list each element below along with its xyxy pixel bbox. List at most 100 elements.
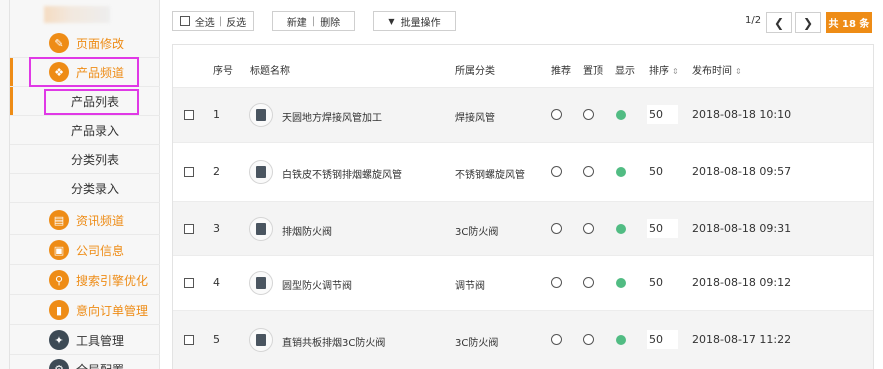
company-icon: ▣ (49, 240, 69, 260)
table-row[interactable]: 1 天圆地方焊接风管加工 焊接风管 50 2018-08-18 10:10 (173, 88, 873, 143)
pencil-icon: ✎ (49, 33, 69, 53)
recommend-radio[interactable] (551, 223, 562, 234)
select-all-label[interactable]: 全选 (195, 14, 215, 29)
top-radio[interactable] (583, 109, 594, 120)
order-input[interactable]: 50 (647, 105, 678, 124)
sidebar-item-label: 搜索引擎优化 (76, 273, 149, 288)
row-checkbox[interactable] (184, 110, 194, 120)
product-thumbnail (249, 217, 273, 241)
sidebar-item-tools[interactable]: ✦ 工具管理 (10, 326, 160, 355)
row-title[interactable]: 直销共板排烟3C防火阀 (282, 334, 385, 349)
recommend-radio[interactable] (551, 166, 562, 177)
prev-page-button[interactable]: ❮ (766, 12, 792, 33)
show-status-dot[interactable] (616, 110, 626, 120)
next-page-button[interactable]: ❯ (795, 12, 821, 33)
sidebar: ✎ 页面修改 ❖ 产品频道 产品列表 产品录入 分类列表 分类录入 ▤ 资讯频道… (0, 0, 160, 369)
table-row[interactable]: 3 排烟防火阀 3C防火阀 50 2018-08-18 09:31 (173, 202, 873, 256)
sidebar-item-category-entry[interactable]: 分类录入 (10, 174, 160, 203)
row-category: 3C防火阀 (455, 227, 499, 238)
row-category: 不锈钢螺旋风管 (455, 170, 525, 181)
new-label[interactable]: 新建 (287, 14, 307, 29)
col-category: 所属分类 (455, 66, 495, 77)
row-checkbox[interactable] (184, 335, 194, 345)
sidebar-item-news-channel[interactable]: ▤ 资讯频道 (10, 206, 160, 235)
row-title[interactable]: 排烟防火阀 (282, 223, 332, 238)
wrench-icon: ✦ (49, 330, 69, 350)
product-table: 序号 标题名称 所属分类 推荐 置顶 显示 排序 ⇕ 发布时间 ⇕ 1 天圆地方焊接… (172, 44, 874, 369)
select-toggle-button[interactable]: 全选 | 反选 (172, 11, 254, 31)
row-num: 3 (213, 222, 220, 235)
row-title[interactable]: 白铁皮不锈钢排烟螺旋风管 (282, 166, 402, 181)
gear-icon: ⚙ (49, 359, 69, 369)
row-title[interactable]: 圆型防火调节阀 (282, 277, 352, 292)
row-title[interactable]: 天圆地方焊接风管加工 (282, 109, 382, 124)
row-checkbox[interactable] (184, 224, 194, 234)
table-row[interactable]: 5 直销共板排烟3C防火阀 3C防火阀 50 2018-08-17 11:22 (173, 311, 873, 369)
select-all-checkbox[interactable] (179, 16, 190, 26)
show-status-dot[interactable] (616, 278, 626, 288)
invert-label[interactable]: 反选 (226, 14, 246, 29)
sidebar-item-label: 分类列表 (71, 152, 120, 167)
recommend-radio[interactable] (551, 109, 562, 120)
show-status-dot[interactable] (616, 167, 626, 177)
sidebar-item-seo[interactable]: ⚲ 搜索引擎优化 (10, 266, 160, 295)
sidebar-item-product-entry[interactable]: 产品录入 (10, 116, 160, 145)
chevron-left-icon: ❮ (773, 15, 785, 30)
row-category: 调节阀 (455, 281, 485, 292)
sidebar-item-category-list[interactable]: 分类列表 (10, 145, 160, 174)
row-num: 4 (213, 276, 220, 289)
sidebar-item-global-config[interactable]: ⚙ 全局配置 (10, 355, 160, 369)
sidebar-item-label: 资讯频道 (76, 213, 125, 228)
top-radio[interactable] (583, 166, 594, 177)
sidebar-item-label: 意向订单管理 (76, 303, 149, 318)
sidebar-item-page-edit[interactable]: ✎ 页面修改 (10, 29, 160, 58)
separator: | (311, 15, 316, 27)
sidebar-item-company-info[interactable]: ▣ 公司信息 (10, 236, 160, 265)
show-status-dot[interactable] (616, 224, 626, 234)
product-thumbnail (249, 103, 273, 127)
row-time: 2018-08-18 10:10 (692, 108, 792, 121)
col-show: 显示 (615, 66, 635, 77)
top-radio[interactable] (583, 334, 594, 345)
new-delete-button[interactable]: 新建 | 删除 (272, 11, 355, 31)
row-num: 1 (213, 108, 220, 121)
product-thumbnail (249, 271, 273, 295)
order-input[interactable]: 50 (647, 162, 678, 181)
news-icon: ▤ (49, 210, 69, 230)
top-radio[interactable] (583, 277, 594, 288)
table-row[interactable]: 2 白铁皮不锈钢排烟螺旋风管 不锈钢螺旋风管 50 2018-08-18 09:… (173, 143, 873, 202)
table-header: 序号 标题名称 所属分类 推荐 置顶 显示 排序 ⇕ 发布时间 ⇕ (173, 45, 873, 88)
col-top: 置顶 (583, 66, 603, 77)
logo (44, 6, 110, 23)
col-num: 序号 (213, 66, 233, 77)
batch-operation-button[interactable]: ▼ 批量操作 (373, 11, 456, 31)
highlight-product-list (44, 89, 139, 115)
row-time: 2018-08-18 09:12 (692, 276, 792, 289)
total-count-badge: 共 18 条 (826, 12, 872, 33)
row-time: 2018-08-17 11:22 (692, 333, 792, 346)
order-input[interactable]: 50 (647, 219, 678, 238)
row-checkbox[interactable] (184, 167, 194, 177)
row-time: 2018-08-18 09:31 (692, 222, 792, 235)
delete-label[interactable]: 删除 (320, 14, 340, 29)
row-time: 2018-08-18 09:57 (692, 165, 792, 178)
order-input[interactable]: 50 (647, 330, 678, 349)
top-radio[interactable] (583, 223, 594, 234)
show-status-dot[interactable] (616, 335, 626, 345)
sidebar-item-orders[interactable]: ▮ 意向订单管理 (10, 296, 160, 325)
order-icon: ▮ (49, 300, 69, 320)
recommend-radio[interactable] (551, 277, 562, 288)
page-indicator: 1/2 (745, 15, 762, 26)
row-checkbox[interactable] (184, 278, 194, 288)
table-row[interactable]: 4 圆型防火调节阀 调节阀 50 2018-08-18 09:12 (173, 256, 873, 311)
order-input[interactable]: 50 (647, 273, 678, 292)
col-time[interactable]: 发布时间 ⇕ (692, 62, 742, 77)
chevron-right-icon: ❯ (802, 15, 814, 30)
col-order[interactable]: 排序 ⇕ (649, 62, 679, 77)
sidebar-item-label: 页面修改 (76, 36, 125, 51)
recommend-radio[interactable] (551, 334, 562, 345)
separator: | (218, 15, 223, 27)
sidebar-item-label: 公司信息 (76, 243, 125, 258)
search-icon: ⚲ (49, 270, 69, 290)
sidebar-item-label: 产品录入 (71, 123, 120, 138)
